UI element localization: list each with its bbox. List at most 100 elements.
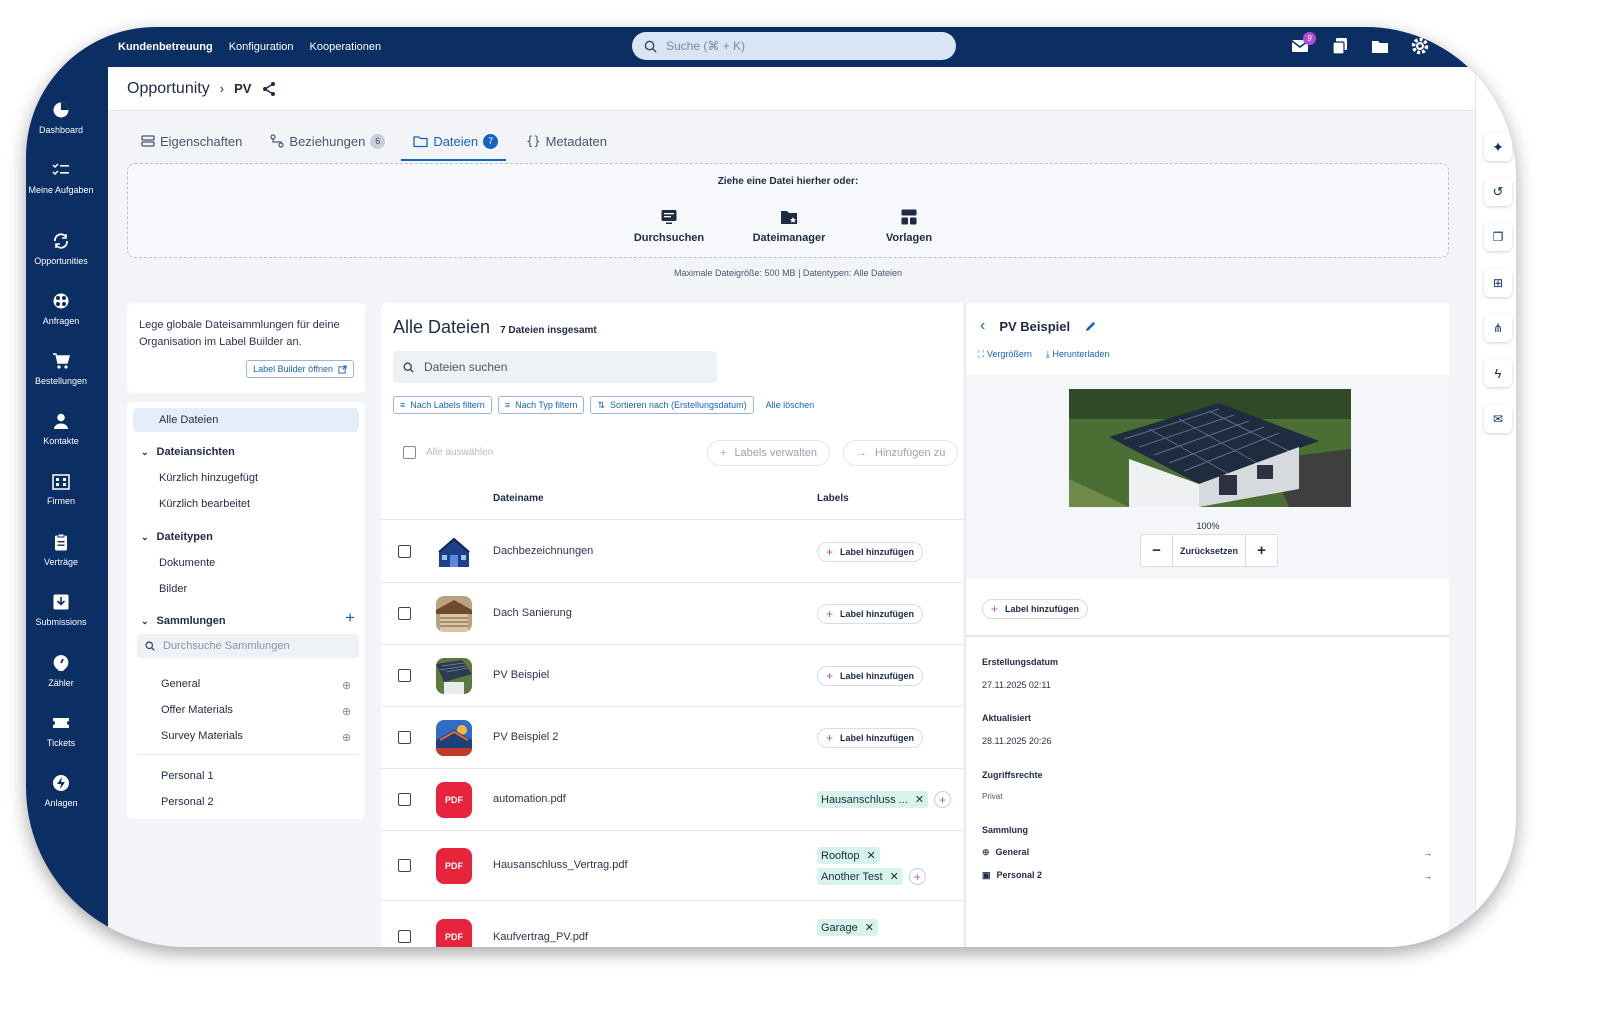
edit-pencil-icon[interactable] <box>1084 320 1097 333</box>
clear-all-link[interactable]: Alle löschen <box>766 400 815 410</box>
filter-labels-button[interactable]: ≡ Nach Labels filtern <box>393 396 492 414</box>
sidebar-item-meine-aufgaben[interactable]: Meine Aufgaben <box>26 161 96 196</box>
mail-button[interactable]: ✉ <box>1484 405 1512 433</box>
nav-konfiguration[interactable]: Konfiguration <box>229 41 294 53</box>
tab-beziehungen[interactable]: Beziehungen 6 <box>270 123 386 159</box>
row-checkbox[interactable] <box>398 545 411 558</box>
row-checkbox[interactable] <box>398 930 411 943</box>
tree-collection-personal-1[interactable]: Personal 1 <box>127 770 365 782</box>
row-checkbox[interactable] <box>398 859 411 872</box>
global-search-input[interactable]: Suche (⌘ + K) <box>632 32 956 60</box>
gear-icon[interactable] <box>1410 36 1430 56</box>
reset-zoom-button[interactable]: Zurücksetzen <box>1173 546 1245 556</box>
row-checkbox[interactable] <box>398 607 411 620</box>
column-header-name[interactable]: Dateiname <box>493 493 544 504</box>
tree-all-files[interactable]: Alle Dateien <box>133 408 359 432</box>
sidebar-item-vertraege[interactable]: Verträge <box>26 533 96 568</box>
tree-collections-header[interactable]: ⌄ Sammlungen <box>127 615 365 627</box>
table-row[interactable]: Dachbezeichnungen + Label hinzufügen <box>381 521 963 583</box>
file-search-input[interactable]: Dateien suchen <box>393 351 717 383</box>
add-label-button[interactable]: + Label hinzufügen <box>817 604 924 624</box>
collections-search-input[interactable]: Durchsuche Sammlungen <box>137 634 359 658</box>
sidebar-item-zaehler[interactable]: Zähler <box>26 654 96 689</box>
history-button[interactable]: ↺ <box>1484 178 1512 206</box>
download-button[interactable]: ⤓ Herunterladen <box>1046 349 1110 360</box>
filter-type-button[interactable]: ≡ Nach Typ filtern <box>497 396 585 414</box>
workflow-button[interactable]: ⊞ <box>1484 269 1512 297</box>
add-to-button[interactable]: → Hinzufügen zu <box>843 440 959 466</box>
tree-item-images[interactable]: Bilder <box>127 583 365 595</box>
file-manager-button[interactable]: Dateimanager <box>744 208 834 244</box>
manage-labels-button[interactable]: + Labels verwalten <box>707 440 830 466</box>
add-tag-icon[interactable]: + <box>934 791 952 808</box>
mail-icon[interactable]: 9 <box>1290 32 1316 56</box>
network-button[interactable]: ⋔ <box>1484 314 1512 342</box>
share-icon[interactable] <box>261 81 277 97</box>
tree-collection-survey-materials[interactable]: Survey Materials <box>127 730 365 742</box>
nav-kundenbetreuung[interactable]: Kundenbetreuung <box>118 41 213 53</box>
sidebar-item-anlagen[interactable]: Anlagen <box>26 774 96 809</box>
sidebar-item-submissions[interactable]: Submissions <box>26 593 96 628</box>
add-collection-icon[interactable]: + <box>345 608 355 628</box>
tree-views-header[interactable]: ⌄ Dateiansichten <box>127 446 365 458</box>
breadcrumb-root[interactable]: Opportunity <box>127 80 210 98</box>
collection-link-personal-2[interactable]: ▣ Personal 2 → <box>982 870 1432 881</box>
file-dropzone[interactable]: Ziehe eine Datei hierher oder: Durchsuch… <box>127 163 1449 258</box>
file-name[interactable]: Dachbezeichnungen <box>493 545 593 557</box>
tab-metadaten[interactable]: {} Metadaten <box>526 123 607 159</box>
ai-sparkle-button[interactable]: ✦ <box>1484 133 1512 161</box>
remove-tag-icon[interactable]: ✕ <box>915 793 924 806</box>
copy-icon[interactable] <box>1330 36 1350 56</box>
file-name[interactable]: PV Beispiel <box>493 669 549 681</box>
zoom-out-button[interactable]: − <box>1141 535 1173 566</box>
templates-button[interactable]: Vorlagen <box>864 208 954 244</box>
sidebar-item-bestellungen[interactable]: Bestellungen <box>26 352 96 387</box>
table-row[interactable]: PV Beispiel + Label hinzufügen <box>381 645 963 707</box>
tree-types-header[interactable]: ⌄ Dateitypen <box>127 531 365 543</box>
add-tag-icon[interactable]: + <box>908 868 926 885</box>
select-all-checkbox[interactable] <box>403 446 416 459</box>
select-all[interactable]: Alle auswählen <box>403 446 493 459</box>
nav-kooperationen[interactable]: Kooperationen <box>310 41 382 53</box>
remove-tag-icon[interactable]: ✕ <box>867 849 876 862</box>
collection-link-general[interactable]: ⊕ General → <box>982 847 1432 858</box>
zoom-in-button[interactable]: + <box>1245 535 1277 566</box>
file-name[interactable]: PV Beispiel 2 <box>493 731 558 743</box>
table-row[interactable]: PV Beispiel 2 + Label hinzufügen <box>381 707 963 769</box>
tree-item-documents[interactable]: Dokumente <box>127 557 365 569</box>
tree-collection-offer-materials[interactable]: Offer Materials <box>127 704 365 716</box>
folder-icon[interactable] <box>1370 36 1390 56</box>
sidebar-item-firmen[interactable]: Firmen <box>26 472 96 507</box>
automation-button[interactable]: ϟ <box>1484 359 1512 387</box>
add-label-button[interactable]: + Label hinzufügen <box>817 666 924 686</box>
file-name[interactable]: Dach Sanierung <box>493 607 572 619</box>
back-icon[interactable]: ‹ <box>980 317 985 335</box>
sidebar-item-dashboard[interactable]: Dashboard <box>26 101 96 136</box>
copy-button[interactable]: ❐ <box>1484 223 1512 251</box>
sort-button[interactable]: ⇅ Sortieren nach (Erstellungsdatum) <box>590 396 754 414</box>
sidebar-item-tickets[interactable]: Tickets <box>26 714 96 749</box>
sidebar-item-opportunities[interactable]: Opportunities <box>26 232 96 267</box>
table-row[interactable]: Dach Sanierung + Label hinzufügen <box>381 583 963 645</box>
add-label-button[interactable]: + Label hinzufügen <box>817 728 924 748</box>
enlarge-button[interactable]: ⛶ Vergrößern <box>978 349 1032 360</box>
remove-tag-icon[interactable]: ✕ <box>890 870 899 883</box>
file-name[interactable]: Hausanschluss_Vertrag.pdf <box>493 859 628 871</box>
remove-tag-icon[interactable]: ✕ <box>865 921 874 934</box>
tab-dateien[interactable]: Dateien 7 <box>401 123 506 161</box>
tree-collection-general[interactable]: General <box>127 678 365 690</box>
row-checkbox[interactable] <box>398 731 411 744</box>
detail-add-label-button[interactable]: + Label hinzufügen <box>982 599 1089 619</box>
label-builder-button[interactable]: Label Builder öffnen <box>246 360 354 378</box>
tab-eigenschaften[interactable]: Eigenschaften <box>141 123 242 159</box>
sidebar-item-kontakte[interactable]: Kontakte <box>26 412 96 447</box>
row-checkbox[interactable] <box>398 669 411 682</box>
table-row[interactable]: PDF Kaufvertrag_PV.pdf Garage ✕ <box>381 902 963 947</box>
table-row[interactable]: PDF automation.pdf Hausanschluss ... ✕ + <box>381 769 963 831</box>
file-name[interactable]: automation.pdf <box>493 793 566 805</box>
tree-item-recent-edited[interactable]: Kürzlich bearbeitet <box>127 498 365 510</box>
tree-item-recent-added[interactable]: Kürzlich hinzugefügt <box>127 472 365 484</box>
table-row[interactable]: PDF Hausanschluss_Vertrag.pdf Rooftop ✕ A… <box>381 831 963 901</box>
add-label-button[interactable]: + Label hinzufügen <box>817 542 924 562</box>
file-name[interactable]: Kaufvertrag_PV.pdf <box>493 931 588 943</box>
